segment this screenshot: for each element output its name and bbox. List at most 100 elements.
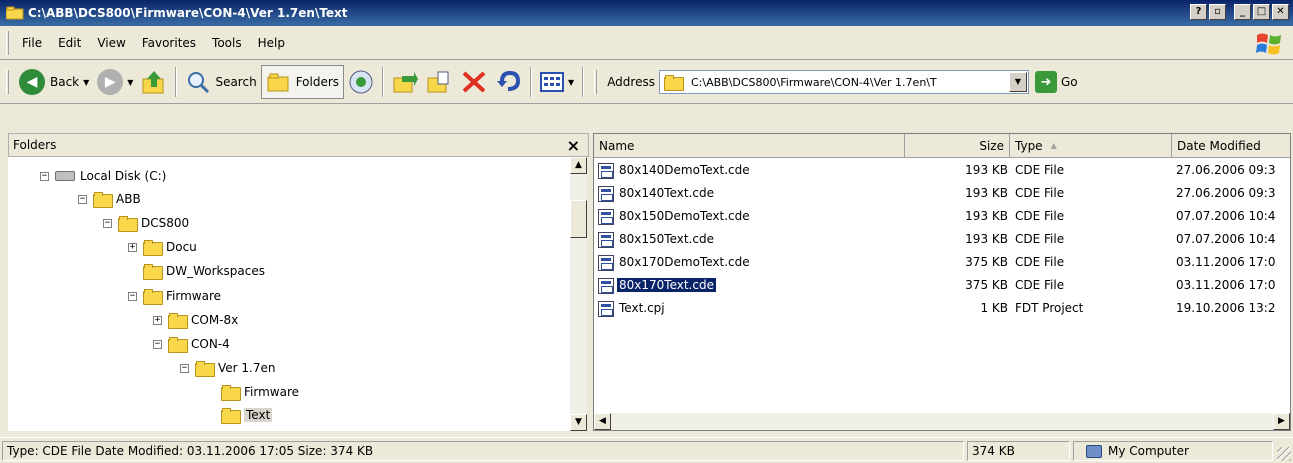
tree-item-abb[interactable]: − ABB xyxy=(78,188,141,210)
file-row[interactable]: 80x170DemoText.cde 375 KB CDE File 03.11… xyxy=(594,252,1290,275)
scroll-up-button[interactable]: ▲ xyxy=(570,157,587,174)
menu-tools[interactable]: Tools xyxy=(205,34,249,52)
tree-item-label: Firmware xyxy=(166,289,221,303)
chevron-down-icon[interactable]: ▼ xyxy=(83,78,89,87)
folder-tree: − Local Disk (C:) − ABB − DCS800 + Docu … xyxy=(8,157,570,431)
column-header-name[interactable]: Name xyxy=(594,134,905,158)
close-icon[interactable]: × xyxy=(567,136,580,155)
scroll-right-button[interactable]: ▶ xyxy=(1273,413,1290,430)
status-info-text: Type: CDE File Date Modified: 03.11.2006… xyxy=(7,444,374,458)
tree-item-text[interactable]: Text xyxy=(221,404,273,426)
folder-icon xyxy=(195,361,215,377)
file-name: 80x170DemoText.cde xyxy=(619,255,750,269)
address-bar[interactable]: C:\ABB\DCS800\Firmware\CON-4\Ver 1.7en\T… xyxy=(658,70,1029,94)
collapse-icon[interactable]: − xyxy=(103,218,112,228)
file-row[interactable]: 80x140DemoText.cde 193 KB CDE File 27.06… xyxy=(594,160,1290,183)
menu-help[interactable]: Help xyxy=(251,34,292,52)
toolbar-grip[interactable] xyxy=(6,31,9,55)
tree-item-docu[interactable]: + Docu xyxy=(128,236,197,258)
toolbar-grip[interactable] xyxy=(6,70,9,94)
tree-item-label: Ver 1.7en xyxy=(218,361,276,375)
window-title: C:\ABB\DCS800\Firmware\CON-4\Ver 1.7en\T… xyxy=(28,6,348,20)
tree-item-local-disk[interactable]: − Local Disk (C:) xyxy=(40,165,166,187)
column-header-date[interactable]: Date Modified xyxy=(1172,134,1290,158)
expand-icon[interactable]: + xyxy=(128,242,137,252)
toolbar-grip[interactable] xyxy=(594,70,598,94)
column-header-type[interactable]: Type ▲ xyxy=(1010,134,1172,158)
status-zone-text: My Computer xyxy=(1108,444,1189,458)
tree-item-ver-1-7en[interactable]: − Ver 1.7en xyxy=(180,357,275,379)
address-input[interactable]: C:\ABB\DCS800\Firmware\CON-4\Ver 1.7en\T xyxy=(691,76,1011,89)
menu-file[interactable]: File xyxy=(15,34,49,52)
file-row[interactable]: 80x150DemoText.cde 193 KB CDE File 07.07… xyxy=(594,206,1290,229)
tree-item-firmware-sub[interactable]: Firmware xyxy=(221,381,299,403)
file-size: 1 KB xyxy=(980,301,1008,315)
menu-view[interactable]: View xyxy=(90,34,132,52)
tree-item-dw-workspaces[interactable]: DW_Workspaces xyxy=(143,260,265,282)
scroll-down-button[interactable]: ▼ xyxy=(570,414,587,431)
resize-grip[interactable] xyxy=(1277,447,1291,461)
file-list-hscrollbar[interactable]: ◀ ▶ xyxy=(594,413,1290,430)
go-button[interactable]: ➜ Go xyxy=(1034,71,1078,93)
back-button[interactable]: ◀ Back ▼ xyxy=(15,65,93,99)
file-row-selected[interactable]: 80x170Text.cde 375 KB CDE File 03.11.200… xyxy=(594,275,1290,298)
collapse-icon[interactable]: − xyxy=(153,339,162,349)
delete-button[interactable] xyxy=(456,65,492,99)
collapse-icon[interactable]: − xyxy=(78,194,87,204)
up-folder-button[interactable] xyxy=(137,65,171,99)
folder-tree-scrollbar[interactable]: ▲ ▼ xyxy=(570,157,587,431)
menu-edit[interactable]: Edit xyxy=(51,34,88,52)
maximize-button[interactable]: □ xyxy=(1253,4,1270,20)
sort-ascending-icon: ▲ xyxy=(1050,141,1057,150)
tree-item-com-8x[interactable]: + COM-8x xyxy=(153,309,238,331)
file-row[interactable]: 80x140Text.cde 193 KB CDE File 27.06.200… xyxy=(594,183,1290,206)
tree-item-dcs800[interactable]: − DCS800 xyxy=(103,212,189,234)
tree-item-label: CON-4 xyxy=(191,337,230,351)
collapse-icon[interactable]: − xyxy=(180,363,189,373)
folder-icon xyxy=(143,264,163,280)
forward-button[interactable]: ▶ ▼ xyxy=(93,65,137,99)
scroll-thumb[interactable] xyxy=(570,200,587,238)
move-to-icon xyxy=(393,72,419,93)
undo-icon xyxy=(497,70,521,91)
folders-button[interactable]: Folders xyxy=(260,65,345,99)
status-zone: My Computer xyxy=(1073,441,1273,461)
collapse-icon[interactable]: − xyxy=(40,171,49,181)
restore-button[interactable]: ▫ xyxy=(1209,4,1226,20)
file-row[interactable]: 80x150Text.cde 193 KB CDE File 07.07.200… xyxy=(594,229,1290,252)
views-button[interactable]: ▼ xyxy=(536,65,578,99)
help-button[interactable]: ? xyxy=(1190,4,1207,20)
sync-button[interactable] xyxy=(344,65,378,99)
hard-disk-icon xyxy=(55,171,75,181)
title-bar: C:\ABB\DCS800\Firmware\CON-4\Ver 1.7en\T… xyxy=(0,0,1293,26)
search-button[interactable]: Search xyxy=(181,65,260,99)
file-row[interactable]: Text.cpj 1 KB FDT Project 19.10.2006 13:… xyxy=(594,298,1290,321)
chevron-down-icon[interactable]: ▼ xyxy=(568,78,574,87)
status-size: 374 KB xyxy=(967,441,1070,461)
tree-item-con-4[interactable]: − CON-4 xyxy=(153,333,230,355)
expand-icon[interactable]: + xyxy=(153,315,162,325)
cde-file-icon xyxy=(598,278,614,294)
minimize-button[interactable]: _ xyxy=(1234,4,1251,20)
move-to-button[interactable] xyxy=(388,65,422,99)
close-button[interactable]: ✕ xyxy=(1272,4,1289,20)
collapse-icon[interactable]: − xyxy=(128,291,137,301)
file-date: 03.11.2006 17:0 xyxy=(1176,278,1276,292)
chevron-down-icon[interactable]: ▼ xyxy=(127,78,133,87)
tree-item-label: COM-8x xyxy=(191,313,239,327)
sync-icon xyxy=(349,70,373,94)
undo-button[interactable] xyxy=(492,65,526,99)
file-type: CDE File xyxy=(1015,163,1065,177)
column-header-size[interactable]: Size xyxy=(905,134,1010,158)
scroll-left-button[interactable]: ◀ xyxy=(594,413,611,430)
folder-icon xyxy=(143,289,163,305)
tree-item-label: DCS800 xyxy=(141,216,190,230)
menu-favorites[interactable]: Favorites xyxy=(135,34,203,52)
address-dropdown-button[interactable]: ▼ xyxy=(1008,72,1027,92)
file-type: CDE File xyxy=(1015,209,1065,223)
copy-to-button[interactable] xyxy=(422,65,456,99)
address-label: Address xyxy=(607,75,655,89)
status-info: Type: CDE File Date Modified: 03.11.2006… xyxy=(2,441,964,461)
tree-item-firmware[interactable]: − Firmware xyxy=(128,285,221,307)
cde-file-icon xyxy=(598,163,614,179)
